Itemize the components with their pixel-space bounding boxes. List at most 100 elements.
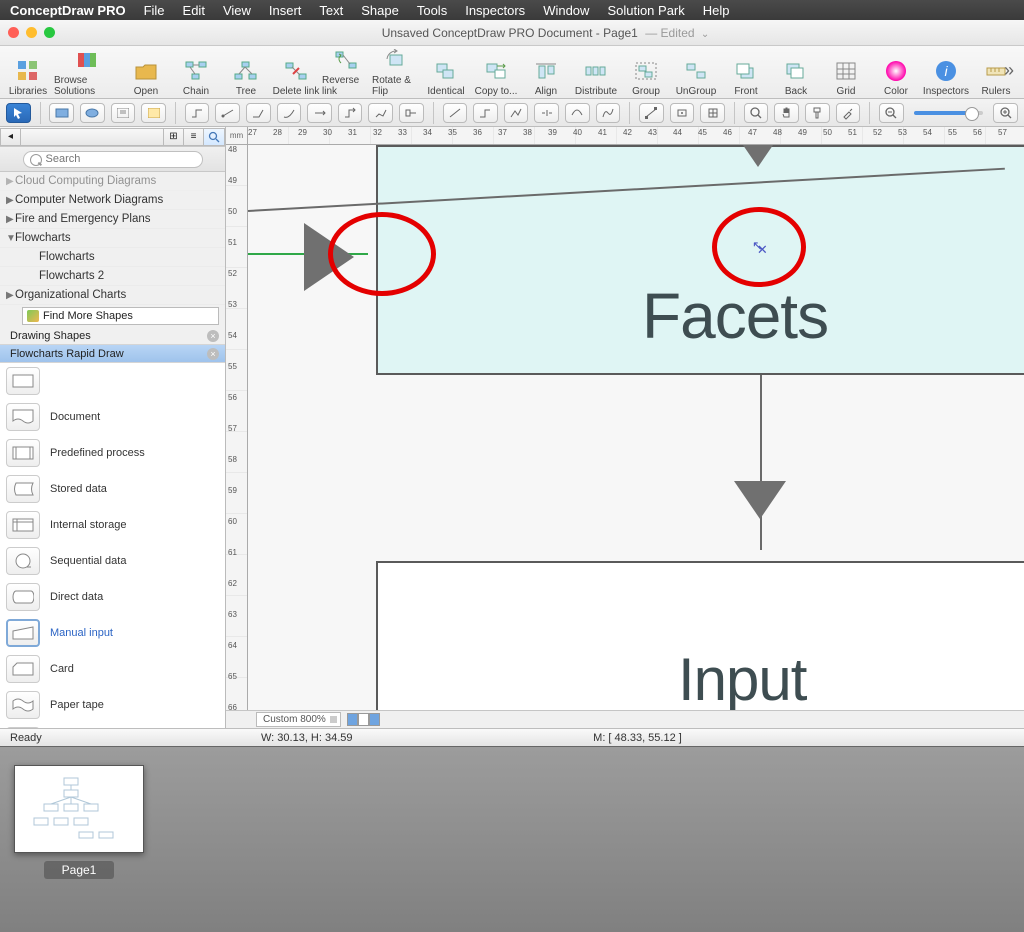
tree-item-organizational-charts[interactable]: ▶Organizational Charts (0, 286, 225, 305)
connector-6-button[interactable] (338, 103, 363, 123)
library-search-input[interactable] (23, 151, 203, 168)
close-tab-button[interactable]: × (207, 348, 219, 360)
title-dropdown-icon[interactable]: ⌄ (701, 29, 709, 40)
toolbar-open-button[interactable]: Open (122, 47, 170, 97)
tree-item-cloud-computing-diagrams[interactable]: ▶Cloud Computing Diagrams (0, 172, 225, 191)
zoom-in-button[interactable] (744, 103, 769, 123)
grid-view-button[interactable]: ⊞ (163, 128, 183, 146)
text-tool-button[interactable] (111, 103, 136, 123)
tree-item-computer-network-diagrams[interactable]: ▶Computer Network Diagrams (0, 191, 225, 210)
menu-text[interactable]: Text (319, 3, 343, 18)
menu-file[interactable]: File (144, 3, 165, 18)
toolbar-align-button[interactable]: Align (522, 47, 570, 97)
shape-internal-storage[interactable]: Internal storage (0, 507, 225, 543)
list-view-button[interactable]: ≡ (183, 128, 203, 146)
ellipse-tool-button[interactable] (80, 103, 105, 123)
find-more-shapes-button[interactable]: Find More Shapes (22, 307, 219, 325)
line-2-button[interactable] (473, 103, 498, 123)
toolbar-rotate-flip-button[interactable]: Rotate & Flip (372, 47, 420, 97)
toolbar-front-button[interactable]: Front (722, 47, 770, 97)
note-tool-button[interactable] (141, 103, 166, 123)
rectangle-tool-button[interactable] (49, 103, 74, 123)
connector-1-button[interactable] (185, 103, 210, 123)
shape-stored-data[interactable]: Stored data (0, 471, 225, 507)
shape-manual-input[interactable]: Manual input (0, 615, 225, 651)
edit-points-button[interactable] (639, 103, 664, 123)
library-tab-drawing-shapes[interactable]: Drawing Shapes× (0, 327, 225, 345)
toolbar-browse-solutions-button[interactable]: Browse Solutions (54, 47, 120, 97)
toolbar-back-button[interactable]: Back (772, 47, 820, 97)
zoom-select[interactable]: Custom 800% (256, 712, 341, 727)
tree-item-flowcharts[interactable]: ▼Flowcharts (0, 229, 225, 248)
tree-item-flowcharts[interactable]: Flowcharts (0, 248, 225, 267)
maximize-window-button[interactable] (44, 27, 55, 38)
toolbar-copy-to--button[interactable]: Copy to... (472, 47, 520, 97)
line-6-button[interactable] (596, 103, 621, 123)
eyedropper-button[interactable] (836, 103, 861, 123)
view-mode-2[interactable] (358, 713, 369, 726)
tree-item-flowcharts-2[interactable]: Flowcharts 2 (0, 267, 225, 286)
shape-direct-data[interactable]: Direct data (0, 579, 225, 615)
line-1-button[interactable] (443, 103, 468, 123)
format-painter-button[interactable] (805, 103, 830, 123)
toolbar-delete-link-button[interactable]: Delete link (272, 47, 320, 97)
connector-3-button[interactable] (246, 103, 271, 123)
connector-5-button[interactable] (307, 103, 332, 123)
snap-1-button[interactable] (670, 103, 695, 123)
arrow-down-1[interactable] (732, 145, 784, 167)
shape-predefined-process[interactable]: Predefined process (0, 435, 225, 471)
zoom-minus-button[interactable] (879, 103, 904, 123)
line-4-button[interactable] (534, 103, 559, 123)
menu-shape[interactable]: Shape (361, 3, 399, 18)
toolbar-inspectors-button[interactable]: iInspectors (922, 47, 970, 97)
horizontal-ruler[interactable]: 2728293031323334353637383940414243444546… (248, 127, 1024, 145)
line-5-button[interactable] (565, 103, 590, 123)
toolbar-tree-button[interactable]: Tree (222, 47, 270, 97)
toolbar-libraries-button[interactable]: Libraries (4, 47, 52, 97)
shape-sequential-data[interactable]: Sequential data (0, 543, 225, 579)
zoom-plus-button[interactable] (993, 103, 1018, 123)
toolbar-color-button[interactable]: Color (872, 47, 920, 97)
line-3-button[interactable] (504, 103, 529, 123)
menu-view[interactable]: View (223, 3, 251, 18)
toolbar-group-button[interactable]: Group (622, 47, 670, 97)
connector-7-button[interactable] (368, 103, 393, 123)
shape-display[interactable]: Display (0, 723, 225, 728)
hand-tool-button[interactable] (774, 103, 799, 123)
connector-2-button[interactable] (215, 103, 240, 123)
arrow-down-2[interactable] (734, 481, 786, 519)
page-thumbnail[interactable]: Page1 (14, 765, 144, 914)
connector-vertical[interactable] (760, 375, 762, 550)
toolbar-reverse-link-button[interactable]: Reverse link (322, 47, 370, 97)
shape-paper-tape[interactable]: Paper tape (0, 687, 225, 723)
view-mode-1[interactable] (347, 713, 358, 726)
selection-tool-button[interactable] (6, 103, 31, 123)
library-tab-flowcharts-rapid-draw[interactable]: Flowcharts Rapid Draw× (0, 345, 225, 363)
shape-document[interactable]: Document (0, 399, 225, 435)
menu-edit[interactable]: Edit (183, 3, 205, 18)
menu-insert[interactable]: Insert (269, 3, 302, 18)
menu-solution-park[interactable]: Solution Park (607, 3, 684, 18)
view-mode-buttons[interactable] (347, 713, 380, 726)
connector-4-button[interactable] (277, 103, 302, 123)
close-window-button[interactable] (8, 27, 19, 38)
toolbar-overflow-button[interactable]: » (1004, 60, 1016, 81)
toolbar-grid-button[interactable]: Grid (822, 47, 870, 97)
menu-window[interactable]: Window (543, 3, 589, 18)
snap-2-button[interactable] (700, 103, 725, 123)
menu-inspectors[interactable]: Inspectors (465, 3, 525, 18)
toolbar-chain-button[interactable]: Chain (172, 47, 220, 97)
menu-tools[interactable]: Tools (417, 3, 447, 18)
connector-8-button[interactable] (399, 103, 424, 123)
minimize-window-button[interactable] (26, 27, 37, 38)
toolbar-identical-button[interactable]: Identical (422, 47, 470, 97)
tree-item-fire-and-emergency-plans[interactable]: ▶Fire and Emergency Plans (0, 210, 225, 229)
vertical-ruler[interactable]: 48495051525354555657585960616263646566 (226, 145, 248, 710)
panel-nav-left-button[interactable]: ◂ (0, 128, 20, 146)
zoom-slider[interactable] (914, 111, 984, 115)
menu-help[interactable]: Help (703, 3, 730, 18)
panel-search-toggle[interactable] (203, 128, 225, 146)
view-mode-3[interactable] (369, 713, 380, 726)
drawing-canvas[interactable]: Facets Input ↖✕ (248, 145, 1024, 710)
toolbar-distribute-button[interactable]: Distribute (572, 47, 620, 97)
